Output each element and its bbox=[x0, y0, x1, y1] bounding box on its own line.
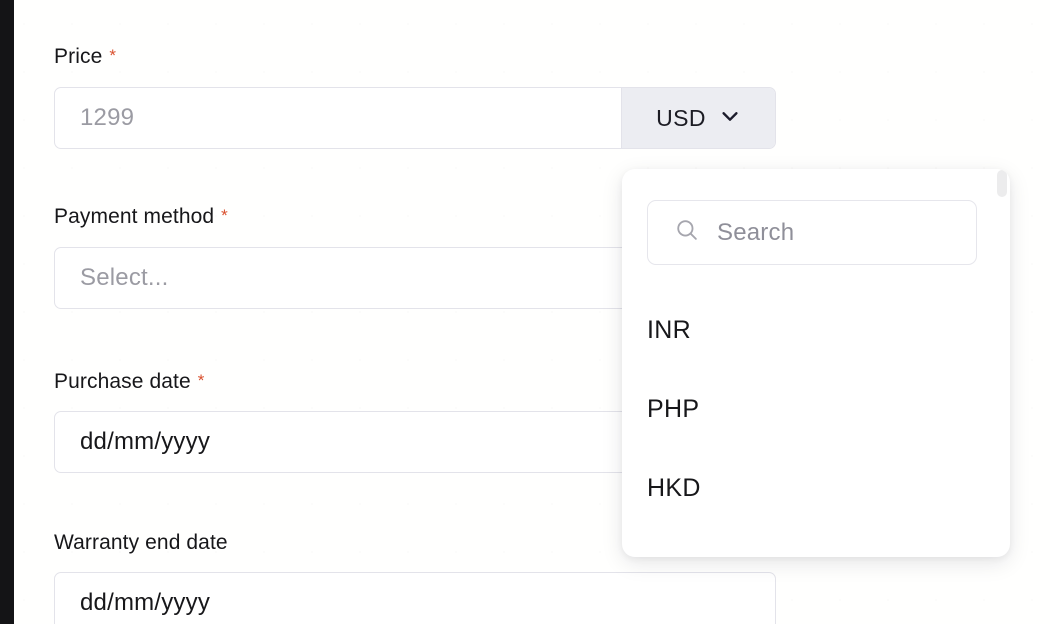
warranty-end-date-input-shell: dd/mm/yyyy bbox=[54, 572, 776, 624]
currency-option-list: INR PHP HKD bbox=[622, 291, 1010, 528]
currency-option-inr[interactable]: INR bbox=[622, 291, 1010, 370]
field-payment-method-label-text: Payment method bbox=[54, 205, 215, 228]
currency-search-input-placeholder: Search bbox=[717, 218, 795, 246]
currency-option-label: INR bbox=[647, 316, 691, 344]
currency-search-box[interactable]: Search bbox=[647, 200, 977, 265]
field-price-label-text: Price bbox=[54, 45, 103, 68]
field-price-label: Price * bbox=[54, 46, 776, 67]
currency-dropdown-scrollbar[interactable] bbox=[997, 169, 1008, 557]
currency-selector-button[interactable]: USD bbox=[621, 88, 775, 148]
price-input-shell: 1299 USD bbox=[54, 87, 776, 149]
left-nav-rail bbox=[0, 0, 14, 624]
field-price: Price * 1299 USD bbox=[54, 46, 776, 149]
currency-dropdown-panel: Search INR PHP HKD bbox=[622, 169, 1010, 557]
chevron-down-icon bbox=[719, 105, 741, 132]
currency-dropdown-scrollbar-thumb[interactable] bbox=[997, 170, 1007, 197]
price-input[interactable]: 1299 bbox=[55, 88, 621, 148]
search-icon bbox=[674, 217, 700, 248]
currency-option-hkd[interactable]: HKD bbox=[622, 449, 1010, 528]
field-price-required-marker: * bbox=[109, 46, 117, 65]
field-payment-method-required-marker: * bbox=[221, 206, 228, 225]
warranty-end-date-input[interactable]: dd/mm/yyyy bbox=[55, 573, 775, 624]
field-purchase-date-label-text: Purchase date bbox=[54, 370, 191, 393]
currency-option-label: HKD bbox=[647, 474, 701, 502]
currency-option-php[interactable]: PHP bbox=[622, 370, 1010, 449]
currency-selected-code: USD bbox=[656, 104, 706, 131]
field-warranty-end-date-label-text: Warranty end date bbox=[54, 531, 228, 554]
field-purchase-date-required-marker: * bbox=[197, 371, 205, 390]
currency-option-label: PHP bbox=[647, 395, 700, 423]
